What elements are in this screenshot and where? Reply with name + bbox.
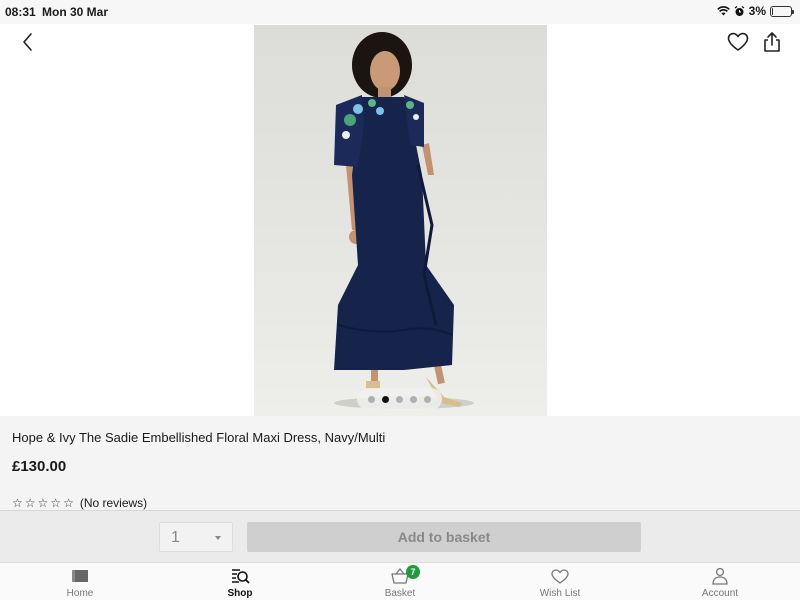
tab-account[interactable]: Account: [660, 563, 780, 600]
status-date: Mon 30 Mar: [42, 5, 109, 19]
purchase-bar: 1 Add to basket: [0, 510, 800, 562]
image-pager[interactable]: [357, 388, 442, 410]
status-indicators: 3%: [716, 4, 794, 18]
tab-label: Basket: [384, 588, 416, 599]
star-icon: ☆: [12, 496, 23, 510]
star-icon: ☆: [63, 496, 74, 510]
share-icon: [764, 32, 780, 52]
status-bar: 08:31 Mon 30 Mar 3%: [0, 0, 800, 24]
shop-search-icon: [232, 569, 250, 584]
rating-stars: ☆ ☆ ☆ ☆ ☆: [12, 497, 74, 509]
star-icon: ☆: [50, 496, 62, 510]
star-icon: ☆: [24, 496, 36, 510]
pager-dot[interactable]: [396, 395, 403, 403]
tab-bar: Home Shop 7 Basket Wish List Account: [0, 562, 800, 600]
pager-dot[interactable]: [410, 395, 417, 403]
pager-dot[interactable]: [424, 395, 431, 403]
caret-down-icon: [215, 536, 221, 540]
tab-label: Account: [701, 588, 739, 599]
add-to-basket-button[interactable]: Add to basket: [247, 522, 641, 552]
pager-dot[interactable]: [382, 395, 389, 403]
battery-icon: [770, 5, 794, 17]
product-title: Hope & Ivy The Sadie Embellished Floral …: [12, 430, 386, 445]
tab-wish-list[interactable]: Wish List: [500, 563, 620, 600]
tab-shop[interactable]: Shop: [180, 563, 300, 600]
product-image[interactable]: [254, 25, 547, 416]
heart-icon: [551, 569, 569, 584]
status-time: 08:31: [5, 5, 36, 19]
chevron-left-icon: [23, 33, 32, 51]
star-icon: ☆: [37, 496, 49, 510]
add-to-wishlist-button[interactable]: [726, 30, 750, 54]
wifi-icon: [716, 6, 730, 16]
pager-dot[interactable]: [368, 395, 375, 403]
tab-home[interactable]: Home: [20, 563, 140, 600]
home-icon: [72, 570, 88, 582]
alarm-icon: [734, 5, 745, 16]
review-count: (No reviews): [79, 496, 148, 510]
back-button[interactable]: [16, 30, 40, 54]
quantity-select[interactable]: 1: [159, 522, 233, 552]
tab-label: Shop: [227, 588, 253, 599]
product-info-panel: Hope & Ivy The Sadie Embellished Floral …: [0, 416, 800, 510]
tab-label: Wish List: [539, 588, 581, 599]
product-price: £130.00: [12, 458, 67, 475]
battery-level: [772, 7, 773, 15]
person-icon: [712, 567, 728, 585]
battery-percent: 3%: [748, 4, 766, 18]
tab-basket[interactable]: 7 Basket: [340, 563, 460, 600]
heart-icon: [727, 32, 749, 51]
rating-row[interactable]: ☆ ☆ ☆ ☆ ☆ (No reviews): [12, 496, 147, 510]
quantity-value: 1: [171, 529, 180, 546]
tab-label: Home: [66, 588, 94, 599]
basket-count-badge: 7: [406, 565, 420, 579]
model-in-dress-illustration: [334, 32, 474, 409]
share-button[interactable]: [760, 30, 784, 54]
